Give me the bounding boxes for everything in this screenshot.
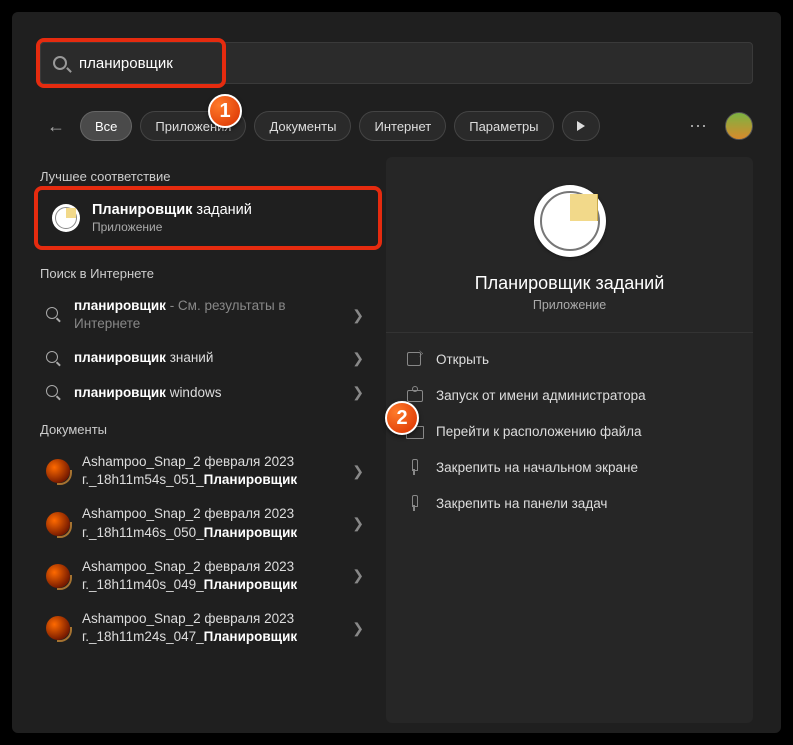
document-icon	[46, 459, 70, 483]
user-avatar[interactable]	[725, 112, 753, 140]
section-documents-label: Документы	[40, 422, 370, 437]
overflow-menu[interactable]: ⋯	[681, 116, 717, 137]
chevron-right-icon: ❯	[352, 620, 364, 637]
best-match-result[interactable]: Планировщик заданий Приложение	[40, 192, 370, 244]
task-scheduler-icon-large	[534, 185, 606, 257]
filter-internet[interactable]: Интернет	[359, 111, 446, 141]
preview-subtitle: Приложение	[533, 298, 606, 312]
task-scheduler-icon	[52, 204, 80, 232]
start-search-window: 1 ← Все Приложения Документы Интернет Па…	[10, 10, 783, 735]
document-icon	[46, 564, 70, 588]
document-result[interactable]: Ashampoo_Snap_2 февраля 2023г._18h11m40s…	[40, 550, 370, 602]
search-icon	[53, 56, 67, 70]
web-result[interactable]: планировщик windows ❯	[40, 376, 370, 410]
search-icon	[46, 307, 62, 323]
chevron-right-icon: ❯	[352, 515, 364, 532]
search-box[interactable]	[40, 42, 753, 84]
filter-all[interactable]: Все	[80, 111, 132, 141]
action-run-as-admin[interactable]: Запуск от имени администратора	[386, 377, 753, 413]
play-icon	[577, 121, 585, 131]
document-icon	[46, 616, 70, 640]
document-icon	[46, 512, 70, 536]
best-match-title: Планировщик заданий	[92, 202, 252, 218]
open-icon	[406, 351, 422, 367]
best-match-subtitle: Приложение	[92, 220, 252, 234]
section-best-match-label: Лучшее соответствие	[40, 169, 370, 184]
web-result[interactable]: планировщик знаний ❯	[40, 341, 370, 375]
annotation-badge-2: 2	[385, 401, 419, 435]
preview-title: Планировщик заданий	[475, 273, 665, 294]
filter-more-play[interactable]	[562, 111, 600, 141]
chevron-right-icon: ❯	[352, 463, 364, 480]
search-icon	[46, 351, 62, 367]
document-result[interactable]: Ashampoo_Snap_2 февраля 2023г._18h11m54s…	[40, 445, 370, 497]
back-button[interactable]: ←	[40, 110, 72, 142]
annotation-badge-1: 1	[208, 94, 242, 128]
action-pin-start[interactable]: Закрепить на начальном экране	[386, 449, 753, 485]
section-web-label: Поиск в Интернете	[40, 266, 370, 281]
web-result[interactable]: планировщик - См. результаты в Интернете…	[40, 289, 370, 341]
preview-pane: Планировщик заданий Приложение Открыть З…	[386, 157, 753, 723]
action-open-location[interactable]: Перейти к расположению файла	[386, 413, 753, 449]
document-result[interactable]: Ashampoo_Snap_2 февраля 2023г._18h11m24s…	[40, 602, 370, 654]
search-icon	[46, 385, 62, 401]
chevron-right-icon: ❯	[352, 350, 364, 367]
action-pin-taskbar[interactable]: Закрепить на панели задач	[386, 485, 753, 521]
document-result[interactable]: Ashampoo_Snap_2 февраля 2023г._18h11m46s…	[40, 497, 370, 549]
pin-icon	[406, 495, 422, 511]
pin-icon	[406, 459, 422, 475]
action-open[interactable]: Открыть	[386, 341, 753, 377]
shield-icon	[406, 387, 422, 403]
filter-settings[interactable]: Параметры	[454, 111, 553, 141]
search-input[interactable]	[79, 55, 740, 72]
chevron-right-icon: ❯	[352, 567, 364, 584]
filter-documents[interactable]: Документы	[254, 111, 351, 141]
chevron-right-icon: ❯	[352, 384, 364, 401]
chevron-right-icon: ❯	[352, 307, 364, 324]
